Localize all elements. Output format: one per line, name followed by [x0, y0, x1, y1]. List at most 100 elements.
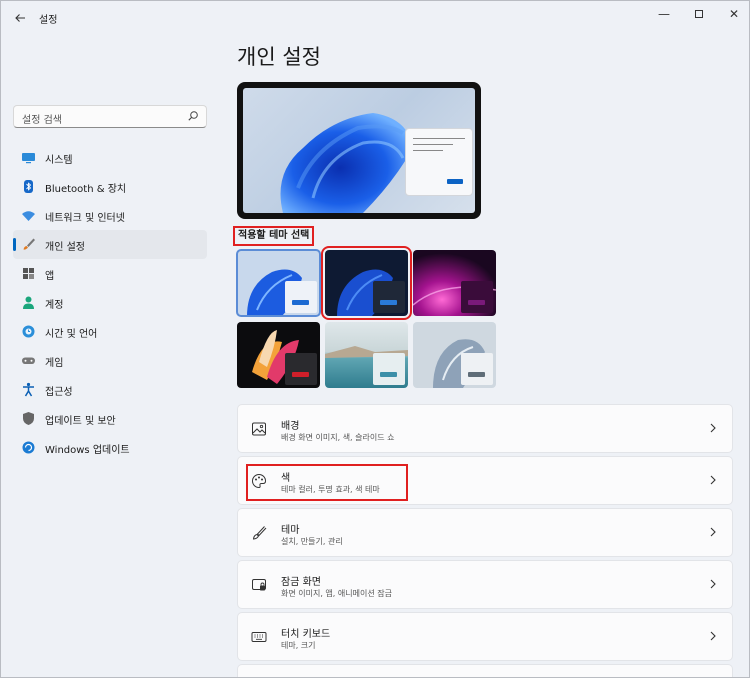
- bluetooth-icon: [24, 180, 33, 193]
- preview-line: [413, 138, 465, 139]
- theme-mini-button: [380, 300, 397, 305]
- preview-line: [413, 150, 443, 151]
- search-input[interactable]: 설정 검색: [13, 105, 207, 128]
- card-subtitle: 테마, 크기: [281, 641, 316, 650]
- theme-flow[interactable]: [413, 322, 496, 388]
- apps-icon: [23, 268, 34, 279]
- sidebar-item-accessibility[interactable]: 접근성: [13, 375, 207, 404]
- gamepad-icon: [22, 357, 35, 364]
- card-next[interactable]: [237, 664, 733, 677]
- theme-mini-window: [373, 281, 405, 313]
- card-title: 배경: [281, 421, 300, 432]
- sidebar-item-label: 개인 설정: [45, 242, 85, 253]
- shield-icon: [23, 412, 34, 425]
- person-icon: [23, 296, 34, 309]
- sidebar-item-gaming[interactable]: 게임: [13, 346, 207, 375]
- palette-icon: [252, 473, 267, 489]
- system-monitor-icon: [22, 153, 35, 164]
- theme-mini-button: [292, 372, 309, 377]
- back-button[interactable]: [11, 9, 29, 27]
- sidebar-item-label: 네트워크 및 인터넷: [45, 213, 125, 224]
- lock-screen-icon: [252, 579, 266, 591]
- sidebar-item-apps[interactable]: 앱: [13, 259, 207, 288]
- card-touch-keyboard[interactable]: 터치 키보드 테마, 크기: [237, 612, 733, 661]
- app-title: 설정: [39, 15, 58, 26]
- sidebar-item-label: 앱: [45, 271, 55, 282]
- settings-cards: 배경 배경 화면 이미지, 색, 슬라이드 쇼 색 테마 컬러, 투명 효과, …: [237, 404, 733, 677]
- theme-mini-window: [461, 353, 493, 385]
- sidebar-item-bluetooth[interactable]: Bluetooth & 장치: [13, 172, 207, 201]
- page-title: 개인 설정: [237, 45, 321, 69]
- card-subtitle: 테마 컬러, 투명 효과, 색 테마: [281, 485, 380, 494]
- theme-mini-button: [468, 300, 485, 305]
- theme-glow[interactable]: [413, 250, 496, 316]
- image-icon: [252, 422, 266, 436]
- brush-icon: [23, 238, 35, 250]
- sidebar-item-personalization[interactable]: 개인 설정: [13, 230, 207, 259]
- settings-window: 설정 — ✕ 설정 검색 시스템 Bluetooth & 장치 네트워크 및 인…: [0, 0, 750, 678]
- chevron-right-icon: [710, 579, 716, 589]
- search-placeholder: 설정 검색: [22, 115, 62, 126]
- globe-clock-icon: [22, 325, 35, 338]
- theme-windows-dark[interactable]: [321, 246, 412, 320]
- sidebar-item-label: 업데이트 및 보안: [45, 416, 116, 427]
- theme-mini-button: [468, 372, 485, 377]
- sidebar-item-system[interactable]: 시스템: [13, 143, 207, 172]
- preview-window-mockup: [405, 128, 473, 196]
- card-subtitle: 화면 이미지, 앱, 애니메이션 잠금: [281, 589, 392, 598]
- theme-sunrise[interactable]: [325, 322, 408, 388]
- card-lock-screen[interactable]: 잠금 화면 화면 이미지, 앱, 애니메이션 잠금: [237, 560, 733, 609]
- card-subtitle: 설치, 만들기, 관리: [281, 537, 343, 546]
- sync-icon: [22, 441, 35, 454]
- sidebar-nav: 시스템 Bluetooth & 장치 네트워크 및 인터넷 개인 설정 앱 계정…: [13, 143, 207, 462]
- preview-button: [447, 179, 463, 184]
- theme-mini-window: [285, 353, 317, 385]
- minimize-button[interactable]: —: [647, 5, 681, 23]
- card-subtitle: 배경 화면 이미지, 색, 슬라이드 쇼: [281, 433, 395, 442]
- sidebar-item-label: 계정: [45, 300, 64, 311]
- card-themes[interactable]: 테마 설치, 만들기, 관리: [237, 508, 733, 557]
- theme-section-label: 적용할 테마 선택: [233, 226, 315, 246]
- chevron-right-icon: [710, 631, 716, 641]
- sidebar-item-accounts[interactable]: 계정: [13, 288, 207, 317]
- keyboard-icon: [251, 632, 267, 642]
- sidebar-item-windows-update[interactable]: Windows 업데이트: [13, 433, 207, 462]
- theme-grid: [236, 246, 497, 390]
- theme-mini-window: [373, 353, 405, 385]
- sidebar-item-label: 접근성: [45, 387, 73, 398]
- sidebar-item-label: Windows 업데이트: [45, 445, 130, 456]
- brush-icon: [252, 526, 267, 540]
- maximize-button[interactable]: [682, 5, 716, 23]
- sidebar-item-network[interactable]: 네트워크 및 인터넷: [13, 201, 207, 230]
- theme-mini-button: [380, 372, 397, 377]
- theme-preview: [237, 82, 481, 219]
- close-button[interactable]: ✕: [717, 5, 749, 23]
- card-title: 잠금 화면: [281, 577, 321, 588]
- sidebar-item-time-language[interactable]: 시간 및 언어: [13, 317, 207, 346]
- card-title: 테마: [281, 525, 300, 536]
- theme-captured-motion[interactable]: [237, 322, 320, 388]
- maximize-icon: [695, 10, 703, 18]
- search-icon: [188, 111, 198, 121]
- sidebar-item-label: 게임: [45, 358, 64, 369]
- theme-mini-button: [292, 300, 309, 305]
- title-bar: 설정 — ✕: [1, 1, 749, 35]
- theme-mini-window: [285, 281, 317, 313]
- chevron-right-icon: [710, 475, 716, 485]
- accessibility-icon: [23, 382, 34, 397]
- card-colors[interactable]: 색 테마 컬러, 투명 효과, 색 테마: [237, 456, 733, 505]
- sidebar-item-label: 시간 및 언어: [45, 329, 98, 340]
- sidebar-item-update-security[interactable]: 업데이트 및 보안: [13, 404, 207, 433]
- card-title: 색: [281, 473, 291, 484]
- wifi-icon: [22, 211, 35, 221]
- theme-windows-light[interactable]: [236, 249, 321, 317]
- chevron-right-icon: [710, 423, 716, 433]
- card-background[interactable]: 배경 배경 화면 이미지, 색, 슬라이드 쇼: [237, 404, 733, 453]
- arrow-left-icon: [15, 14, 25, 22]
- theme-mini-window: [461, 281, 493, 313]
- sidebar-item-label: 시스템: [45, 155, 73, 166]
- preview-line: [413, 144, 453, 145]
- sidebar-item-label: Bluetooth & 장치: [45, 184, 127, 195]
- chevron-right-icon: [710, 527, 716, 537]
- card-title: 터치 키보드: [281, 629, 331, 640]
